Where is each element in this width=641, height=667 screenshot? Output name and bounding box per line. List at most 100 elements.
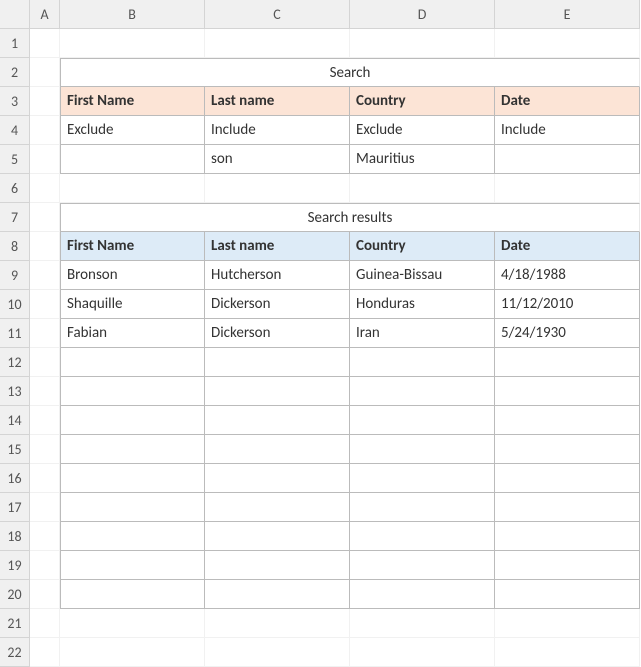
results-cell-r12-B[interactable]: [60, 348, 205, 377]
row-header-20[interactable]: 20: [0, 580, 30, 609]
select-all-corner[interactable]: [0, 0, 30, 29]
results-cell-r19-C[interactable]: [205, 551, 350, 580]
results-cell-r9-B[interactable]: Bronson: [60, 261, 205, 290]
search-term-E[interactable]: [495, 145, 640, 174]
cell-A10[interactable]: [30, 290, 60, 319]
cell-A13[interactable]: [30, 377, 60, 406]
search-mode-E[interactable]: Include: [495, 116, 640, 145]
row-header-6[interactable]: 6: [0, 174, 30, 203]
results-cell-r14-D[interactable]: [350, 406, 495, 435]
col-header-B[interactable]: B: [60, 0, 205, 29]
row-header-21[interactable]: 21: [0, 609, 30, 638]
row-header-2[interactable]: 2: [0, 58, 30, 87]
results-cell-r9-C[interactable]: Hutcherson: [205, 261, 350, 290]
results-cell-r13-B[interactable]: [60, 377, 205, 406]
cell-A11[interactable]: [30, 319, 60, 348]
results-cell-r17-B[interactable]: [60, 493, 205, 522]
cell-A21[interactable]: [30, 609, 60, 638]
cell-A6[interactable]: [30, 174, 60, 203]
cell-A12[interactable]: [30, 348, 60, 377]
cell-A3[interactable]: [30, 87, 60, 116]
row-header-11[interactable]: 11: [0, 319, 30, 348]
row-header-17[interactable]: 17: [0, 493, 30, 522]
results-cell-r20-D[interactable]: [350, 580, 495, 609]
row-header-12[interactable]: 12: [0, 348, 30, 377]
results-cell-r13-C[interactable]: [205, 377, 350, 406]
search-mode-B[interactable]: Exclude: [60, 116, 205, 145]
row-header-10[interactable]: 10: [0, 290, 30, 319]
results-cell-r15-C[interactable]: [205, 435, 350, 464]
results-cell-r15-D[interactable]: [350, 435, 495, 464]
col-header-A[interactable]: A: [30, 0, 60, 29]
search-mode-C[interactable]: Include: [205, 116, 350, 145]
results-cell-r19-B[interactable]: [60, 551, 205, 580]
cell-A5[interactable]: [30, 145, 60, 174]
results-cell-r10-C[interactable]: Dickerson: [205, 290, 350, 319]
cell-B1[interactable]: [60, 29, 205, 58]
row-header-9[interactable]: 9: [0, 261, 30, 290]
cell-A7[interactable]: [30, 203, 60, 232]
cell-E1[interactable]: [495, 29, 640, 58]
cell-A19[interactable]: [30, 551, 60, 580]
row-header-13[interactable]: 13: [0, 377, 30, 406]
cell-E21[interactable]: [495, 609, 640, 638]
results-cell-r18-E[interactable]: [495, 522, 640, 551]
row-header-15[interactable]: 15: [0, 435, 30, 464]
cell-A4[interactable]: [30, 116, 60, 145]
cell-A18[interactable]: [30, 522, 60, 551]
cell-A16[interactable]: [30, 464, 60, 493]
cell-A17[interactable]: [30, 493, 60, 522]
results-cell-r11-C[interactable]: Dickerson: [205, 319, 350, 348]
results-cell-r19-E[interactable]: [495, 551, 640, 580]
results-cell-r14-C[interactable]: [205, 406, 350, 435]
row-header-18[interactable]: 18: [0, 522, 30, 551]
results-cell-r12-E[interactable]: [495, 348, 640, 377]
search-mode-D[interactable]: Exclude: [350, 116, 495, 145]
results-cell-r11-B[interactable]: Fabian: [60, 319, 205, 348]
results-cell-r20-E[interactable]: [495, 580, 640, 609]
results-cell-r10-B[interactable]: Shaquille: [60, 290, 205, 319]
results-cell-r19-D[interactable]: [350, 551, 495, 580]
results-cell-r16-E[interactable]: [495, 464, 640, 493]
cell-D21[interactable]: [350, 609, 495, 638]
cell-E6[interactable]: [495, 174, 640, 203]
cell-C21[interactable]: [205, 609, 350, 638]
col-header-D[interactable]: D: [350, 0, 495, 29]
results-cell-r10-D[interactable]: Honduras: [350, 290, 495, 319]
col-header-C[interactable]: C: [205, 0, 350, 29]
row-header-7[interactable]: 7: [0, 203, 30, 232]
results-cell-r11-E[interactable]: 5/24/1930: [495, 319, 640, 348]
results-cell-r11-D[interactable]: Iran: [350, 319, 495, 348]
cell-A14[interactable]: [30, 406, 60, 435]
cell-A1[interactable]: [30, 29, 60, 58]
row-header-5[interactable]: 5: [0, 145, 30, 174]
row-header-19[interactable]: 19: [0, 551, 30, 580]
cell-D1[interactable]: [350, 29, 495, 58]
cell-C1[interactable]: [205, 29, 350, 58]
row-header-14[interactable]: 14: [0, 406, 30, 435]
cell-A8[interactable]: [30, 232, 60, 261]
results-cell-r13-E[interactable]: [495, 377, 640, 406]
results-cell-r20-B[interactable]: [60, 580, 205, 609]
cell-D6[interactable]: [350, 174, 495, 203]
results-cell-r18-B[interactable]: [60, 522, 205, 551]
results-cell-r17-E[interactable]: [495, 493, 640, 522]
cell-A20[interactable]: [30, 580, 60, 609]
search-term-C[interactable]: son: [205, 145, 350, 174]
results-cell-r13-D[interactable]: [350, 377, 495, 406]
results-cell-r18-D[interactable]: [350, 522, 495, 551]
results-cell-r9-E[interactable]: 4/18/1988: [495, 261, 640, 290]
results-cell-r9-D[interactable]: Guinea-Bissau: [350, 261, 495, 290]
results-cell-r14-B[interactable]: [60, 406, 205, 435]
search-term-D[interactable]: Mauritius: [350, 145, 495, 174]
results-cell-r18-C[interactable]: [205, 522, 350, 551]
cell-B6[interactable]: [60, 174, 205, 203]
results-cell-r12-C[interactable]: [205, 348, 350, 377]
results-cell-r16-D[interactable]: [350, 464, 495, 493]
row-header-4[interactable]: 4: [0, 116, 30, 145]
cell-B21[interactable]: [60, 609, 205, 638]
results-cell-r20-C[interactable]: [205, 580, 350, 609]
results-cell-r17-C[interactable]: [205, 493, 350, 522]
col-header-E[interactable]: E: [495, 0, 640, 29]
row-header-8[interactable]: 8: [0, 232, 30, 261]
